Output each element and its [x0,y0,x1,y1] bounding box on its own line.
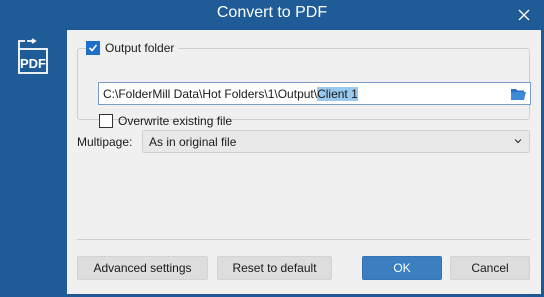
pdf-convert-icon: PDF [18,38,48,74]
overwrite-checkbox[interactable] [99,114,113,128]
divider [77,239,530,240]
output-path-prefix: C:\FolderMill Data\Hot Folders\1\Output\ [103,86,318,101]
window-title: Convert to PDF [216,4,328,21]
cancel-button[interactable]: Cancel [450,256,530,280]
multipage-value: As in original file [149,134,237,149]
output-folder-toggle[interactable]: Output folder [86,40,179,56]
close-icon[interactable] [514,5,534,25]
output-folder-group: C:\FolderMill Data\Hot Folders\1\Output\… [77,48,531,128]
title-bar: Convert to PDF [0,0,544,30]
output-folder-checkbox[interactable] [86,41,100,55]
advanced-settings-button[interactable]: Advanced settings [77,256,208,280]
chevron-down-icon [514,139,522,144]
dialog-content: C:\FolderMill Data\Hot Folders\1\Output\… [67,30,541,294]
left-panel: PDF [0,30,67,297]
multipage-label: Multipage: [77,135,133,149]
overwrite-option[interactable]: Overwrite existing file [99,114,232,128]
output-path-selected: Client 1 [317,86,358,101]
ok-button[interactable]: OK [362,256,442,280]
svg-text:PDF: PDF [20,56,46,71]
overwrite-label: Overwrite existing file [118,114,233,128]
output-path-input[interactable]: C:\FolderMill Data\Hot Folders\1\Output\… [98,82,531,105]
folder-open-icon[interactable] [509,85,527,102]
multipage-select[interactable]: As in original file [142,130,530,153]
reset-default-button[interactable]: Reset to default [217,256,332,280]
check-icon [88,44,98,52]
output-folder-label: Output folder [105,41,175,55]
